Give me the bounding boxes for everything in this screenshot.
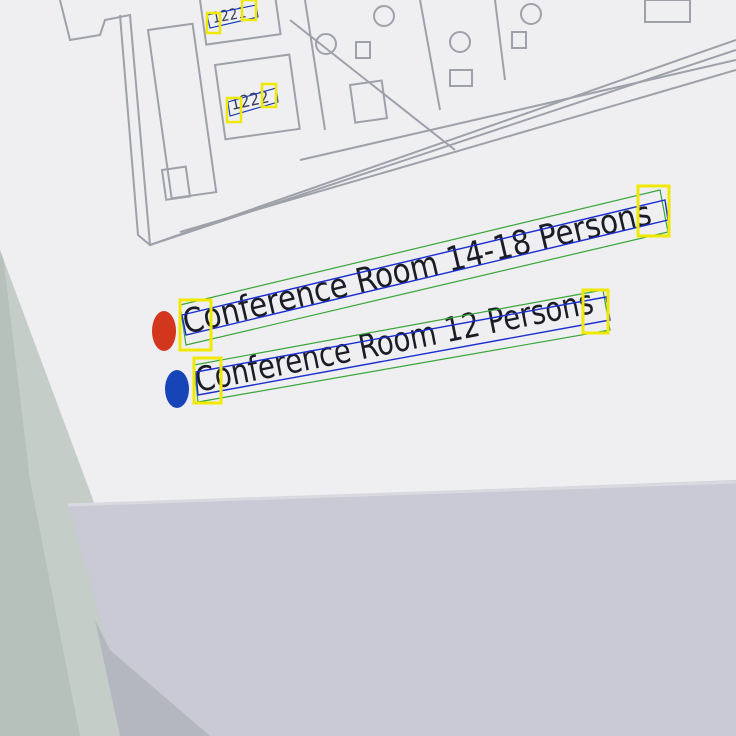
legend-blue-dot [165,370,189,408]
photo-scene: 1221 1222 Conference Room 14-18 Persons … [0,0,736,736]
legend-red-dot [152,311,176,351]
sign-board [0,0,736,505]
sign-bottom-panel [68,480,736,736]
